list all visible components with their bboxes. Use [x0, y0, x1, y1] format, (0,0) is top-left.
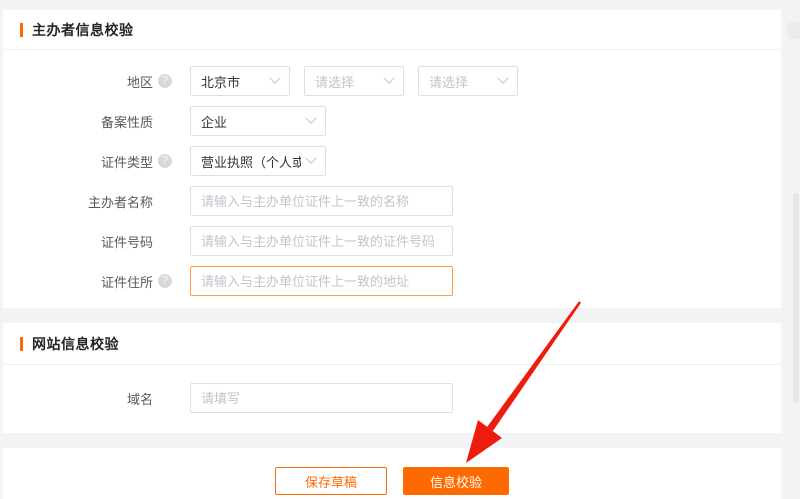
- field-row-cert-number: 证件号码: [3, 226, 781, 256]
- cert-number-input[interactable]: [190, 226, 453, 256]
- help-icon[interactable]: ?: [158, 154, 172, 168]
- save-draft-button[interactable]: 保存草稿: [275, 467, 387, 495]
- filing-nature-select[interactable]: 企业: [190, 106, 326, 136]
- chevron-down-icon: [383, 73, 394, 84]
- region-province-select[interactable]: 北京市: [190, 66, 290, 96]
- field-row-domain: 域名: [3, 383, 781, 413]
- help-icon[interactable]: ?: [158, 74, 172, 88]
- chevron-down-icon: [497, 73, 508, 84]
- cert-address-label: 证件住所: [3, 272, 153, 291]
- field-row-region: 地区 ? 北京市 请选择 请选择: [3, 66, 781, 96]
- domain-label: 域名: [3, 389, 153, 408]
- cert-type-label: 证件类型: [3, 152, 153, 171]
- cert-address-input[interactable]: [190, 266, 453, 296]
- chevron-down-icon: [305, 113, 316, 124]
- help-icon[interactable]: ?: [158, 274, 172, 288]
- chevron-down-icon: [269, 73, 280, 84]
- region-label: 地区: [3, 72, 153, 91]
- organizer-section-header: 主办者信息校验: [3, 10, 781, 50]
- field-row-cert-address: 证件住所 ?: [3, 266, 781, 296]
- organizer-name-label: 主办者名称: [3, 192, 153, 211]
- website-section: 网站信息校验 域名: [3, 323, 781, 433]
- region-city-select[interactable]: 请选择: [304, 66, 404, 96]
- scrollbar-track[interactable]: [793, 193, 799, 403]
- cert-type-select[interactable]: 营业执照（个人或企...: [190, 146, 326, 176]
- organizer-name-input[interactable]: [190, 186, 453, 216]
- website-section-title: 网站信息校验: [32, 334, 119, 354]
- field-row-organizer-name: 主办者名称: [3, 186, 781, 216]
- domain-input[interactable]: [190, 383, 453, 413]
- organizer-section: 主办者信息校验 地区 ? 北京市 请选择 请选择 备案性质: [3, 10, 781, 308]
- website-form: 域名: [3, 365, 781, 413]
- organizer-section-title: 主办者信息校验: [32, 20, 134, 40]
- field-row-cert-type: 证件类型 ? 营业执照（个人或企...: [3, 146, 781, 176]
- section-accent-bar: [20, 23, 23, 37]
- organizer-form: 地区 ? 北京市 请选择 请选择 备案性质 企业: [3, 50, 781, 296]
- chevron-down-icon: [305, 153, 316, 164]
- verify-info-button[interactable]: 信息校验: [403, 467, 509, 495]
- section-accent-bar: [20, 337, 23, 351]
- side-widget-tab[interactable]: [787, 22, 800, 39]
- region-district-select[interactable]: 请选择: [418, 66, 518, 96]
- cert-number-label: 证件号码: [3, 232, 153, 251]
- website-section-header: 网站信息校验: [3, 323, 781, 365]
- field-row-filing-nature: 备案性质 企业: [3, 106, 781, 136]
- action-bar: 保存草稿 信息校验: [3, 448, 781, 499]
- filing-nature-label: 备案性质: [3, 112, 153, 131]
